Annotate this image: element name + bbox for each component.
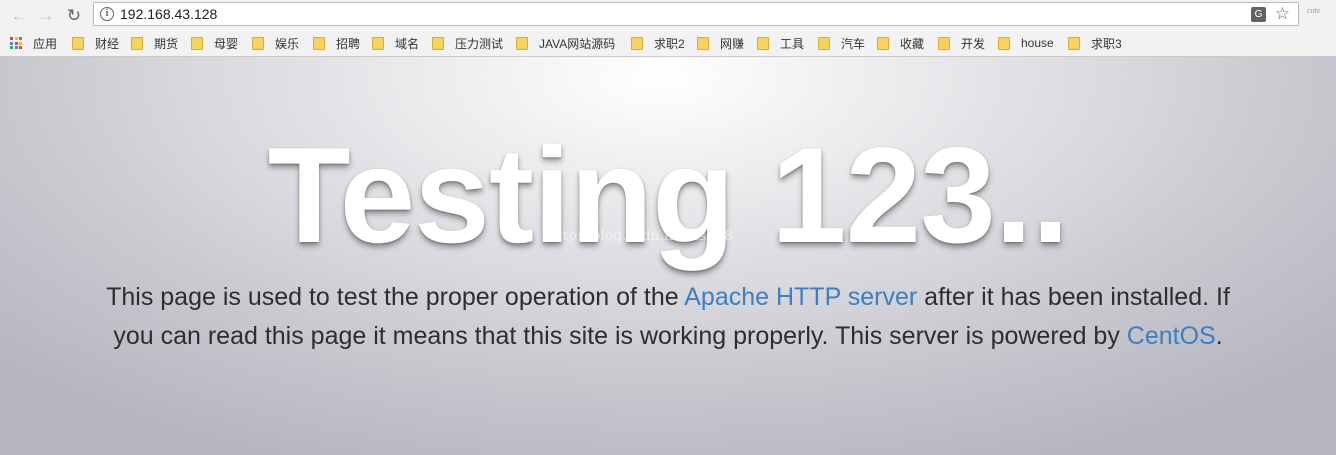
apps-shortcut[interactable]: 应用: [10, 35, 57, 51]
browser-chrome: ← → ↻ i 192.168.43.128 G ☆ cntv 应用 财经 期货 母…: [0, 0, 1336, 57]
info-icon[interactable]: i: [100, 7, 114, 21]
folder-icon: [252, 36, 264, 50]
bookmark-folder-item[interactable]: 工具: [757, 35, 804, 51]
folder-icon: [372, 36, 384, 50]
bookmark-folder-item[interactable]: house: [998, 35, 1054, 51]
apps-grid-dot: [19, 41, 22, 45]
bookmark-label: house: [1021, 36, 1054, 50]
bookmark-label: 招聘: [336, 36, 361, 51]
watermark: http://blog.csdn.net/zsg88: [548, 228, 734, 244]
apps-grid-dot: [14, 41, 18, 45]
bookmark-folder-item[interactable]: 期货: [131, 35, 178, 51]
centos-link[interactable]: CentOS: [1127, 322, 1216, 350]
bookmark-label: 域名: [395, 36, 420, 51]
apache-link[interactable]: Apache HTTP server: [684, 283, 917, 311]
folder-icon: [516, 36, 528, 50]
bookmark-label: 收藏: [900, 36, 925, 51]
folder-icon: [938, 36, 950, 50]
bookmark-folder-item[interactable]: 开发: [938, 35, 985, 51]
folder-icon: [697, 36, 709, 50]
extension-icon[interactable]: cntv: [1307, 8, 1320, 15]
description-part-1: This page is used to test the proper ope…: [106, 283, 685, 311]
bookmarks-bar: 应用 财经 期货 母婴 娱乐 招聘 域名 压力测试 JAVA网站源码 求职2 网赚 工具 汽车 收藏 开发…: [0, 31, 1336, 55]
bookmark-folder-item[interactable]: 母婴: [191, 35, 238, 51]
apps-label: 应用: [33, 36, 58, 51]
bookmark-folder-item[interactable]: 域名: [372, 35, 419, 51]
folder-icon: [131, 36, 143, 50]
translate-icon[interactable]: G: [1251, 7, 1266, 22]
description-part-3: .: [1215, 322, 1223, 350]
folder-icon: [631, 36, 643, 50]
bookmark-folder-item[interactable]: 压力测试: [432, 35, 503, 51]
bookmark-label: 财经: [95, 36, 120, 51]
apps-grid-dot: [10, 37, 13, 40]
bookmark-label: 求职3: [1091, 36, 1122, 51]
bookmark-folder-item[interactable]: 网赚: [697, 35, 744, 51]
bookmark-star-icon[interactable]: ☆: [1275, 4, 1290, 24]
apps-grid-dot: [14, 37, 18, 40]
bookmark-folder-item[interactable]: 求职3: [1068, 35, 1122, 51]
bookmark-folder-item[interactable]: 财经: [72, 35, 119, 51]
folder-icon: [313, 36, 325, 50]
bookmark-label: 汽车: [841, 36, 866, 51]
bookmark-label: JAVA网站源码: [539, 36, 616, 51]
folder-icon: [1068, 36, 1080, 50]
bookmark-folder-item[interactable]: 收藏: [877, 35, 924, 51]
folder-icon: [191, 36, 203, 50]
reload-button[interactable]: ↻: [63, 4, 85, 26]
folder-icon: [998, 36, 1010, 50]
bookmark-label: 工具: [780, 36, 805, 51]
page-content: Testing 123.. http://blog.csdn.net/zsg88…: [0, 57, 1336, 455]
bookmark-label: 母婴: [214, 36, 239, 51]
apps-grid-dot: [14, 46, 18, 49]
apps-grid-dot: [19, 46, 22, 49]
bookmark-label: 期货: [154, 36, 179, 51]
bookmark-folder-item[interactable]: JAVA网站源码: [516, 35, 615, 51]
browser-toolbar: ← → ↻ i 192.168.43.128 G ☆ cntv: [0, 0, 1336, 30]
back-arrow-icon: ←: [10, 5, 28, 25]
bookmark-folder-item[interactable]: 娱乐: [252, 35, 299, 51]
back-button[interactable]: ←: [8, 4, 30, 26]
folder-icon: [818, 36, 830, 50]
folder-icon: [877, 36, 889, 50]
apps-grid-icon: [10, 37, 22, 49]
folder-icon: [757, 36, 769, 50]
url-text[interactable]: 192.168.43.128: [120, 6, 217, 22]
bookmark-folder-item[interactable]: 求职2: [631, 35, 685, 51]
forward-button[interactable]: →: [35, 4, 57, 26]
bookmark-folder-item[interactable]: 汽车: [818, 35, 865, 51]
bookmark-label: 压力测试: [455, 36, 504, 51]
reload-icon: ↻: [66, 5, 82, 25]
bookmark-label: 求职2: [654, 36, 685, 51]
description-text: This page is used to test the proper ope…: [105, 278, 1231, 356]
apps-grid-dot: [10, 46, 13, 49]
apps-grid-dot: [19, 37, 22, 40]
bookmark-label: 娱乐: [275, 36, 300, 51]
bookmark-folder-item[interactable]: 招聘: [313, 35, 360, 51]
folder-icon: [72, 36, 84, 50]
bookmark-label: 开发: [961, 36, 986, 51]
address-bar[interactable]: i 192.168.43.128 G ☆: [93, 2, 1299, 26]
apps-grid-dot: [10, 41, 13, 45]
forward-arrow-icon: →: [37, 5, 55, 25]
folder-icon: [432, 36, 444, 50]
bookmark-label: 网赚: [720, 36, 745, 51]
